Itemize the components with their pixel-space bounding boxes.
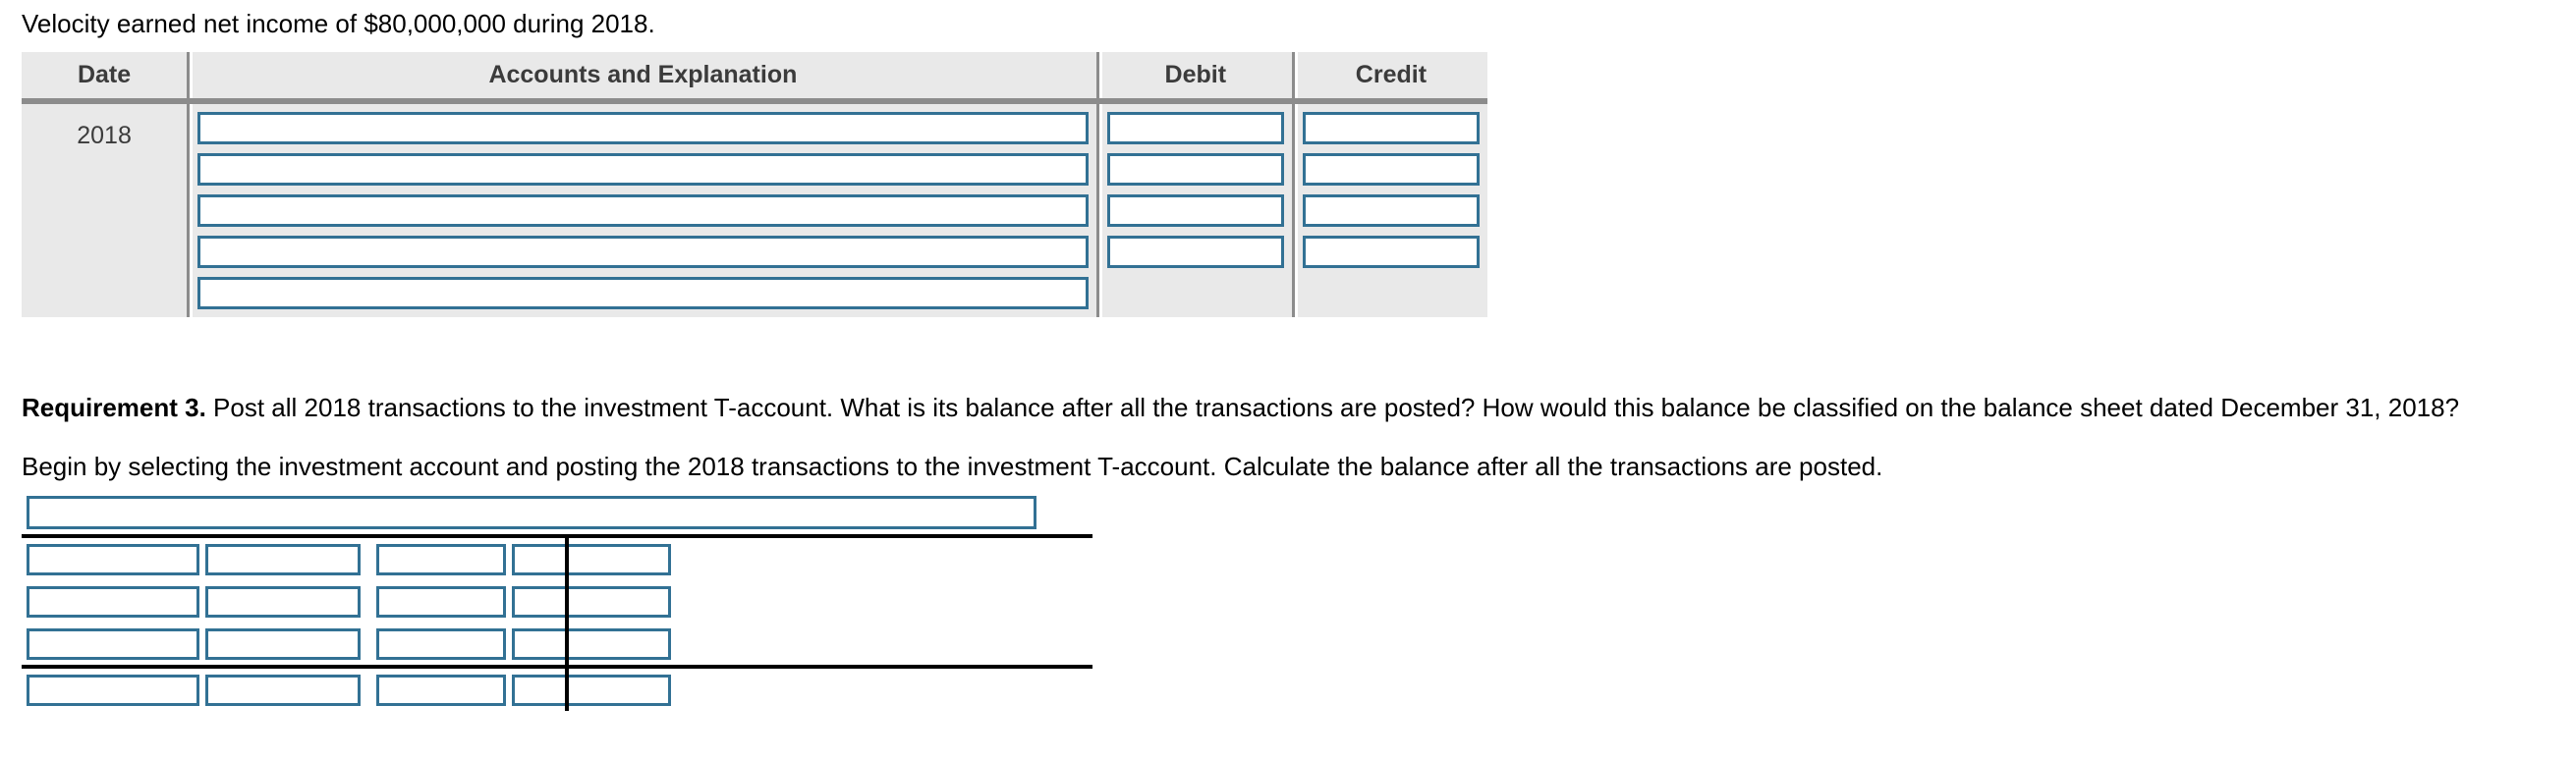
credit-input-3[interactable] xyxy=(1302,194,1480,227)
accounts-input-4[interactable] xyxy=(197,236,1089,268)
t-account-balance-row xyxy=(22,669,1092,711)
requirement-3-label: Requirement 3. xyxy=(22,393,206,422)
accounts-input-stack xyxy=(190,104,1096,317)
t-account-cell-wrap xyxy=(370,544,512,575)
intro-statement: Velocity earned net income of $80,000,00… xyxy=(22,9,655,38)
column-header-credit: Credit xyxy=(1291,52,1487,101)
t-account-cell-wrap xyxy=(27,544,205,575)
requirement-3-text: Post all 2018 transactions to the invest… xyxy=(205,393,2460,422)
debit-input-stack xyxy=(1099,104,1292,276)
t-account-cell-wrap xyxy=(27,675,205,706)
column-header-debit: Debit xyxy=(1095,52,1292,101)
journal-body-row: 2018 xyxy=(22,101,1487,317)
credit-input-2[interactable] xyxy=(1302,153,1480,186)
accounts-input-5[interactable] xyxy=(197,277,1089,309)
journal-debit-cell xyxy=(1095,101,1292,317)
t-account-cell-wrap xyxy=(512,586,677,618)
requirement-3-paragraph: Requirement 3. Post all 2018 transaction… xyxy=(22,392,2459,423)
journal-entry-table: Date Accounts and Explanation Debit Cred… xyxy=(22,52,1487,317)
t-account-input-r3c3[interactable] xyxy=(376,628,506,660)
t-account-row xyxy=(22,580,1092,623)
t-account-title-row xyxy=(22,496,1092,534)
requirement-3-instruction: Begin by selecting the investment accoun… xyxy=(22,452,1883,481)
debit-input-1[interactable] xyxy=(1106,112,1284,144)
t-account-input-r1c2[interactable] xyxy=(205,544,361,575)
credit-input-1[interactable] xyxy=(1302,112,1480,144)
t-account-cell-wrap xyxy=(370,675,512,706)
t-account-cell-wrap xyxy=(205,628,370,660)
t-account-cell-wrap xyxy=(512,628,677,660)
t-account-row xyxy=(22,538,1092,580)
t-account-input-r2c2[interactable] xyxy=(205,586,361,618)
debit-input-4[interactable] xyxy=(1106,236,1284,268)
credit-input-stack xyxy=(1295,104,1487,276)
journal-date-value: 2018 xyxy=(22,101,188,317)
journal-credit-cell xyxy=(1291,101,1487,317)
t-account-cell-wrap xyxy=(205,544,370,575)
t-account-name-input[interactable] xyxy=(27,496,1036,529)
t-account-input-r3c2[interactable] xyxy=(205,628,361,660)
t-account-balance-input-c3[interactable] xyxy=(376,675,506,706)
t-account-cell-wrap xyxy=(27,628,205,660)
column-header-accounts-and-explanation: Accounts and Explanation xyxy=(187,52,1096,101)
credit-input-4[interactable] xyxy=(1302,236,1480,268)
t-account-cell-wrap xyxy=(205,675,370,706)
t-account-cell-wrap xyxy=(370,628,512,660)
t-account-input-r2c1[interactable] xyxy=(27,586,199,618)
t-account-balance-input-c2[interactable] xyxy=(205,675,361,706)
t-account xyxy=(22,496,1092,711)
debit-input-3[interactable] xyxy=(1106,194,1284,227)
t-account-balance-input-c1[interactable] xyxy=(27,675,199,706)
t-account-cell-wrap xyxy=(370,586,512,618)
t-account-input-r2c3[interactable] xyxy=(376,586,506,618)
t-account-cell-wrap xyxy=(27,586,205,618)
journal-accounts-cell xyxy=(187,101,1096,317)
t-account-cell-wrap xyxy=(205,586,370,618)
t-account-input-r2c4[interactable] xyxy=(512,586,671,618)
accounts-input-3[interactable] xyxy=(197,194,1089,227)
t-account-balance-grid xyxy=(22,669,1092,711)
accounts-input-1[interactable] xyxy=(197,112,1089,144)
accounts-input-2[interactable] xyxy=(197,153,1089,186)
t-account-cell-wrap xyxy=(512,675,677,706)
t-account-input-r3c1[interactable] xyxy=(27,628,199,660)
t-account-entry-grid xyxy=(22,538,1092,665)
journal-header-row: Date Accounts and Explanation Debit Cred… xyxy=(22,52,1487,101)
t-account-input-r1c4[interactable] xyxy=(512,544,671,575)
debit-input-2[interactable] xyxy=(1106,153,1284,186)
t-account-input-r1c3[interactable] xyxy=(376,544,506,575)
t-account-row xyxy=(22,623,1092,665)
column-header-date: Date xyxy=(22,52,188,101)
t-account-cell-wrap xyxy=(512,544,677,575)
t-account-balance-input-c4[interactable] xyxy=(512,675,671,706)
t-account-input-r1c1[interactable] xyxy=(27,544,199,575)
t-account-input-r3c4[interactable] xyxy=(512,628,671,660)
